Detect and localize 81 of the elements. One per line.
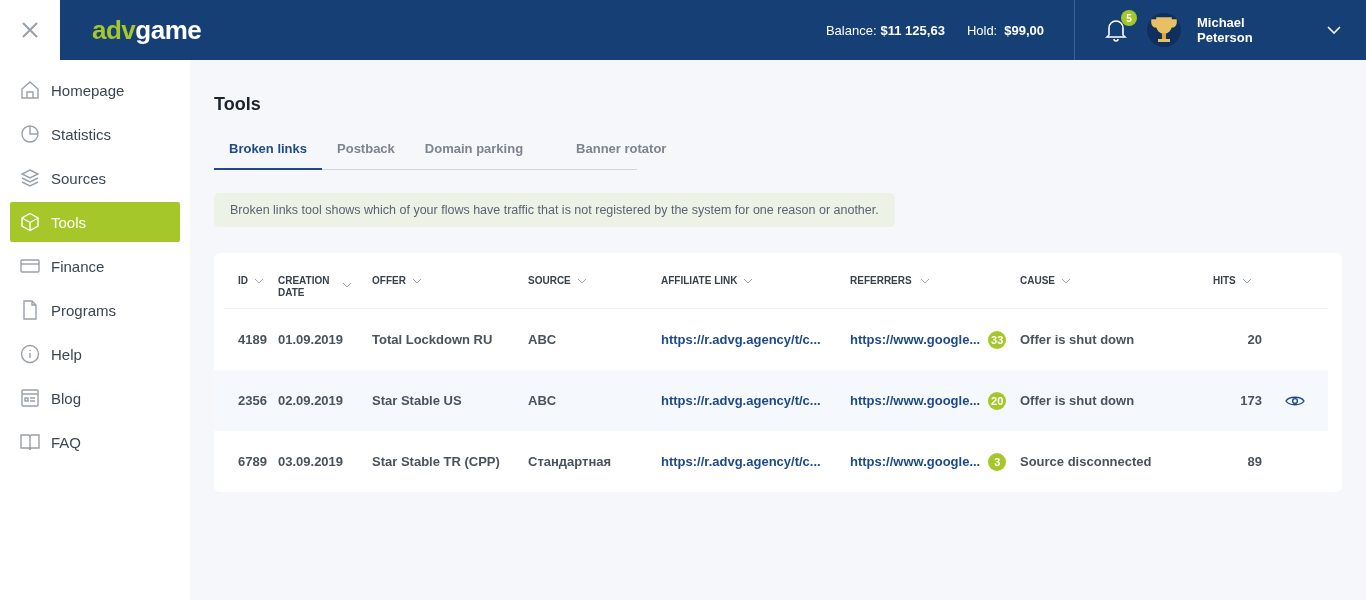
sort-chevron-icon[interactable] — [1241, 277, 1252, 284]
sort-chevron-icon[interactable] — [919, 277, 930, 284]
card-icon — [20, 256, 40, 276]
book-icon — [20, 432, 40, 452]
column-header[interactable]: CREATION DATE — [278, 274, 336, 299]
bell-icon[interactable] — [1105, 18, 1127, 42]
affiliate-link[interactable]: https://r.advg.agency/t/c... — [661, 393, 821, 408]
sidebar-item[interactable]: Statistics — [10, 114, 180, 154]
newspaper-icon — [20, 388, 40, 408]
table-cell: 20 — [1247, 332, 1262, 347]
logo[interactable]: advgame — [92, 14, 202, 46]
table-cell: 89 — [1247, 454, 1262, 469]
trophy-icon — [1147, 13, 1181, 47]
sidebar-item[interactable]: Finance — [10, 246, 180, 286]
sidebar-item[interactable]: Programs — [10, 290, 180, 330]
sidebar-item[interactable]: Help — [10, 334, 180, 374]
referrer-count: 3 — [988, 452, 1007, 471]
table-cell: 03.09.2019 — [278, 454, 344, 469]
sidebar-item[interactable]: Blog — [10, 378, 180, 418]
tab[interactable]: Postback — [322, 129, 410, 170]
column-header[interactable]: ID — [238, 275, 248, 286]
table-cell: 4189 — [238, 332, 267, 347]
house-icon — [20, 80, 40, 100]
table-cell: Star Stable TR (CPP) — [372, 454, 500, 469]
hold-value: $99,00 — [1004, 22, 1044, 38]
info-icon — [20, 344, 40, 364]
column-header[interactable]: CAUSE — [1020, 275, 1055, 286]
sort-chevron-icon[interactable] — [254, 277, 264, 284]
table-cell: Star Stable US — [372, 393, 462, 408]
referrer-count: 33 — [988, 330, 1007, 349]
sidebar-item[interactable]: Sources — [10, 158, 180, 198]
hold-label: Hold: — [966, 22, 998, 38]
referrer-count: 20 — [988, 391, 1007, 410]
sidebar-item[interactable]: Homepage — [10, 70, 180, 110]
layers-icon — [20, 168, 40, 188]
table-cell: Source disconnected — [1020, 454, 1152, 469]
balance-value: $11 125,63 — [880, 22, 945, 38]
table-row[interactable]: 6789 03.09.2019 Star Stable TR (CPP) Стандартная https://r.advg.agency/t/c... https://www.google... 3 Source disconnected 89 — [214, 431, 1328, 492]
sort-chevron-icon[interactable] — [576, 277, 587, 284]
eye-icon[interactable] — [1285, 394, 1305, 407]
balance-label: Balance: — [825, 22, 877, 38]
table-cell: ABC — [528, 332, 557, 347]
column-header[interactable]: OFFER — [372, 275, 406, 286]
affiliate-link[interactable]: https://r.advg.agency/t/c... — [661, 454, 821, 469]
tab[interactable]: Domain parking — [409, 129, 562, 170]
notification-count: 5 — [1121, 10, 1137, 26]
table-cell: 6789 — [238, 454, 267, 469]
table-row[interactable]: 4189 01.09.2019 Total Lockdown RU ABC https://r.advg.agency/t/c... https://www.google... 33 Offer is shut down 20 — [214, 309, 1328, 370]
tab[interactable]: Broken links — [214, 129, 323, 170]
table-cell: 2356 — [238, 393, 267, 408]
pie-chart-icon — [20, 124, 40, 144]
table-cell: Стандартная — [528, 454, 612, 469]
info-notice: Broken links tool shows which of your flows have traffic that is not registered by the system for one reason or another. — [214, 193, 895, 227]
cube-icon — [20, 212, 40, 232]
table-cell: ABC — [528, 393, 557, 408]
table-cell: Offer is shut down — [1020, 332, 1135, 347]
referrer-link[interactable]: https://www.google... — [850, 393, 981, 408]
document-icon — [20, 300, 40, 320]
affiliate-link[interactable]: https://r.advg.agency/t/c... — [661, 332, 821, 347]
table-cell: Offer is shut down — [1020, 393, 1135, 408]
sort-chevron-icon[interactable] — [743, 277, 754, 284]
user-name[interactable]: Michael Peterson — [1197, 15, 1277, 45]
sort-chevron-icon[interactable] — [1061, 277, 1071, 284]
table-row[interactable]: 2356 02.09.2019 Star Stable US ABC https://r.advg.agency/t/c... https://www.google... 20 Offer is shut down 173 — [214, 370, 1328, 431]
column-header[interactable]: HITS — [1213, 275, 1236, 286]
chevron-down-icon[interactable] — [1327, 26, 1341, 34]
column-header[interactable]: SOURCE — [528, 275, 571, 286]
column-header[interactable]: REFERRERS — [850, 275, 912, 286]
referrer-link[interactable]: https://www.google... — [850, 332, 981, 347]
sidebar-item[interactable]: FAQ — [10, 422, 180, 462]
page-title: Tools — [214, 94, 262, 115]
referrer-link[interactable]: https://www.google... — [850, 454, 981, 469]
table-cell: 01.09.2019 — [278, 332, 344, 347]
close-icon[interactable] — [21, 21, 39, 39]
table-cell: Total Lockdown RU — [372, 332, 493, 347]
sort-chevron-icon[interactable] — [342, 281, 352, 288]
sort-chevron-icon[interactable] — [411, 277, 422, 284]
table-cell: 02.09.2019 — [278, 393, 344, 408]
table-cell: 173 — [1240, 393, 1262, 408]
tab[interactable]: Banner rotator — [561, 129, 682, 170]
column-header[interactable]: AFFILIATE LINK — [661, 275, 738, 286]
